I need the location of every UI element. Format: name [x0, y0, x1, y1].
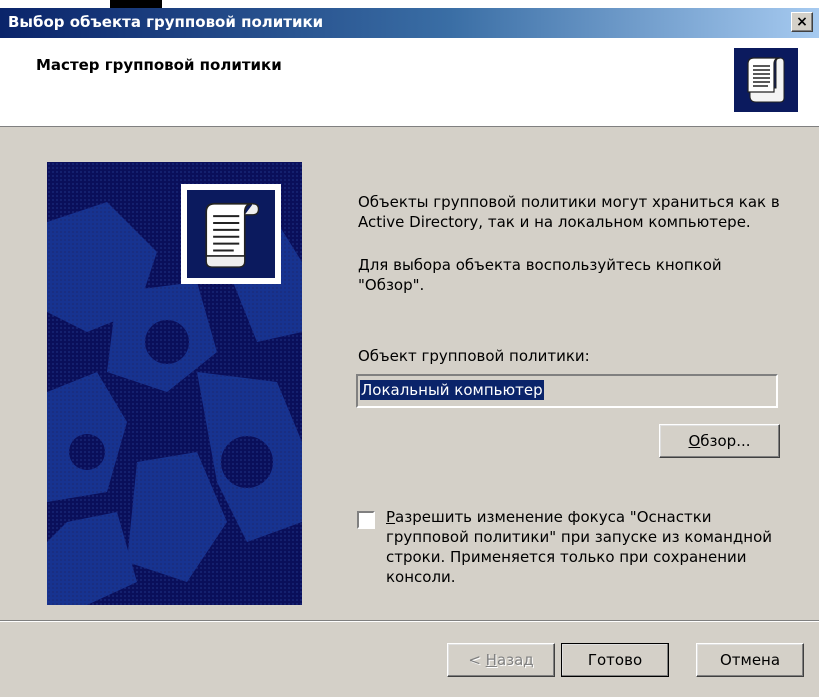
wizard-title: Мастер групповой политики — [36, 56, 282, 74]
policy-scroll-icon — [734, 48, 798, 112]
gpo-field[interactable]: Локальный компьютер — [356, 374, 778, 408]
back-label: азад — [496, 651, 534, 669]
title-bar[interactable]: Выбор объекта групповой политики × — [0, 8, 819, 38]
close-button[interactable]: × — [791, 12, 813, 32]
top-strip — [0, 0, 819, 8]
browse-accel: О — [688, 432, 701, 450]
checkbox-label-text: азрешить изменение фокуса "Оснастки груп… — [386, 508, 773, 586]
gpo-field-label: Объект групповой политики: — [358, 347, 590, 365]
top-artifact — [110, 0, 162, 8]
allow-focus-change-label[interactable]: Разрешить изменение фокуса "Оснастки гру… — [386, 507, 786, 587]
side-policy-scroll-icon — [181, 184, 281, 284]
browse-button[interactable]: Обзор... — [659, 424, 780, 458]
cancel-button[interactable]: Отмена — [696, 643, 804, 677]
intro-text: Объекты групповой политики могут хранить… — [358, 193, 780, 231]
back-button[interactable]: < Назад — [447, 643, 555, 677]
checkbox-accel: Р — [386, 508, 396, 526]
back-accel: Н — [485, 651, 497, 669]
group-policy-dialog: Выбор объекта групповой политики × Масте… — [0, 0, 819, 697]
browse-hint-text: Для выбора объекта воспользуйтесь кнопко… — [358, 256, 722, 294]
gpo-field-value: Локальный компьютер — [360, 380, 544, 400]
browse-label: бзор... — [700, 432, 751, 450]
back-prefix: < — [468, 651, 486, 669]
footer-divider-highlight — [0, 621, 819, 622]
allow-focus-change-checkbox[interactable] — [357, 511, 375, 529]
wizard-header: Мастер групповой политики — [0, 38, 819, 127]
window-title: Выбор объекта групповой политики — [8, 13, 324, 31]
finish-button[interactable]: Готово — [561, 643, 669, 677]
